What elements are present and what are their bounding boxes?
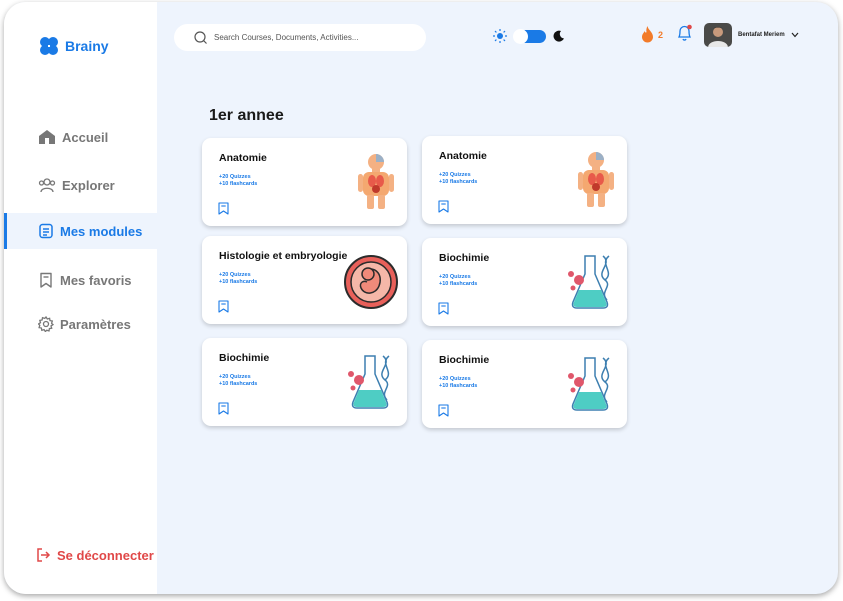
- bookmark-icon[interactable]: [438, 200, 449, 213]
- toggle-knob: [513, 28, 528, 44]
- notifications-button[interactable]: [676, 24, 693, 47]
- page-title: 1er annee: [209, 107, 284, 124]
- sidebar: Brainy Accueil Explorer Mes modules Mes …: [4, 2, 157, 594]
- bell-icon: [677, 24, 692, 41]
- streak-counter[interactable]: 2: [641, 26, 663, 43]
- gear-icon: [38, 316, 54, 332]
- app-window: Brainy Accueil Explorer Mes modules Mes …: [4, 2, 838, 594]
- module-stats: +20 Quizzes +10 flashcards: [219, 174, 257, 187]
- sidebar-item-mes-favoris[interactable]: Mes favoris: [4, 262, 157, 298]
- anatomy-illustration-icon: [358, 154, 394, 209]
- flashcard-count: +10 flashcards: [219, 380, 258, 387]
- sidebar-item-label: Mes modules: [60, 223, 143, 239]
- logout-label: Se déconnecter: [57, 547, 154, 563]
- chemistry-illustration-icon: [568, 357, 610, 411]
- bookmark-icon[interactable]: [218, 402, 229, 415]
- user-menu[interactable]: Bentafat Meriem: [704, 23, 799, 47]
- bookmark-icon[interactable]: [218, 300, 229, 313]
- search-icon: [194, 31, 207, 44]
- module-stats: +20 Quizzes +10 flashcards: [219, 272, 257, 285]
- bookmark-icon[interactable]: [218, 202, 229, 215]
- theme-toggle[interactable]: [513, 28, 546, 44]
- module-title: Anatomie: [439, 150, 487, 162]
- module-card[interactable]: Biochimie +20 Quizzes +10 flashcards: [422, 238, 627, 326]
- module-card[interactable]: Anatomie +20 Quizzes +10 flashcards: [202, 138, 407, 226]
- flashcard-count: +10 flashcards: [219, 180, 258, 187]
- moon-icon[interactable]: [553, 30, 565, 42]
- bookmark-icon: [40, 272, 52, 288]
- sidebar-item-label: Paramètres: [60, 316, 131, 332]
- chemistry-illustration-icon: [568, 255, 610, 309]
- users-icon: [38, 178, 56, 193]
- sidebar-item-label: Explorer: [62, 177, 115, 193]
- flashcard-count: +10 flashcards: [439, 280, 478, 287]
- sidebar-item-mes-modules[interactable]: Mes modules: [4, 213, 157, 249]
- module-title: Biochimie: [439, 252, 490, 264]
- home-icon: [39, 130, 55, 144]
- bookmark-icon[interactable]: [438, 404, 449, 417]
- sidebar-item-label: Accueil: [62, 129, 109, 145]
- flashcard-count: +10 flashcards: [219, 278, 258, 285]
- sidebar-item-accueil[interactable]: Accueil: [4, 119, 157, 155]
- module-card[interactable]: Anatomie +20 Quizzes +10 flashcards: [422, 136, 627, 224]
- chemistry-illustration-icon: [348, 355, 390, 409]
- sun-icon[interactable]: [493, 29, 507, 43]
- search-bar: [174, 24, 426, 51]
- sidebar-item-parametres[interactable]: Paramètres: [4, 306, 157, 342]
- module-stats: +20 Quizzes +10 flashcards: [439, 274, 477, 287]
- logout-icon: [37, 548, 51, 562]
- module-stats: +20 Quizzes +10 flashcards: [439, 376, 477, 389]
- logo[interactable]: Brainy: [38, 36, 109, 56]
- embryo-illustration-icon: [344, 255, 398, 309]
- module-card[interactable]: Biochimie +20 Quizzes +10 flashcards: [422, 340, 627, 428]
- module-stats: +20 Quizzes +10 flashcards: [439, 172, 477, 185]
- bookmark-icon[interactable]: [438, 302, 449, 315]
- user-name: Bentafat Meriem: [738, 32, 785, 38]
- chevron-down-icon: [791, 32, 799, 38]
- search-input[interactable]: [212, 32, 416, 43]
- streak-count: 2: [658, 29, 664, 40]
- flashcard-count: +10 flashcards: [439, 178, 478, 185]
- avatar: [704, 23, 732, 47]
- sidebar-item-explorer[interactable]: Explorer: [4, 167, 157, 203]
- clover-logo-icon: [40, 37, 58, 55]
- logo-text: Brainy: [65, 38, 109, 54]
- theme-switcher: [493, 28, 565, 44]
- anatomy-illustration-icon: [578, 152, 614, 207]
- module-card[interactable]: Biochimie +20 Quizzes +10 flashcards: [202, 338, 407, 426]
- document-icon: [39, 223, 53, 239]
- module-stats: +20 Quizzes +10 flashcards: [219, 374, 257, 387]
- module-card[interactable]: Histologie et embryologie +20 Quizzes +10…: [202, 236, 407, 324]
- module-title: Histologie et embryologie: [219, 250, 348, 262]
- module-title: Biochimie: [219, 352, 270, 364]
- logout-button[interactable]: Se déconnecter: [35, 547, 154, 563]
- module-title: Biochimie: [439, 354, 490, 366]
- sidebar-item-label: Mes favoris: [60, 272, 132, 288]
- module-title: Anatomie: [219, 152, 267, 164]
- flashcard-count: +10 flashcards: [439, 382, 478, 389]
- flame-icon: [642, 26, 653, 43]
